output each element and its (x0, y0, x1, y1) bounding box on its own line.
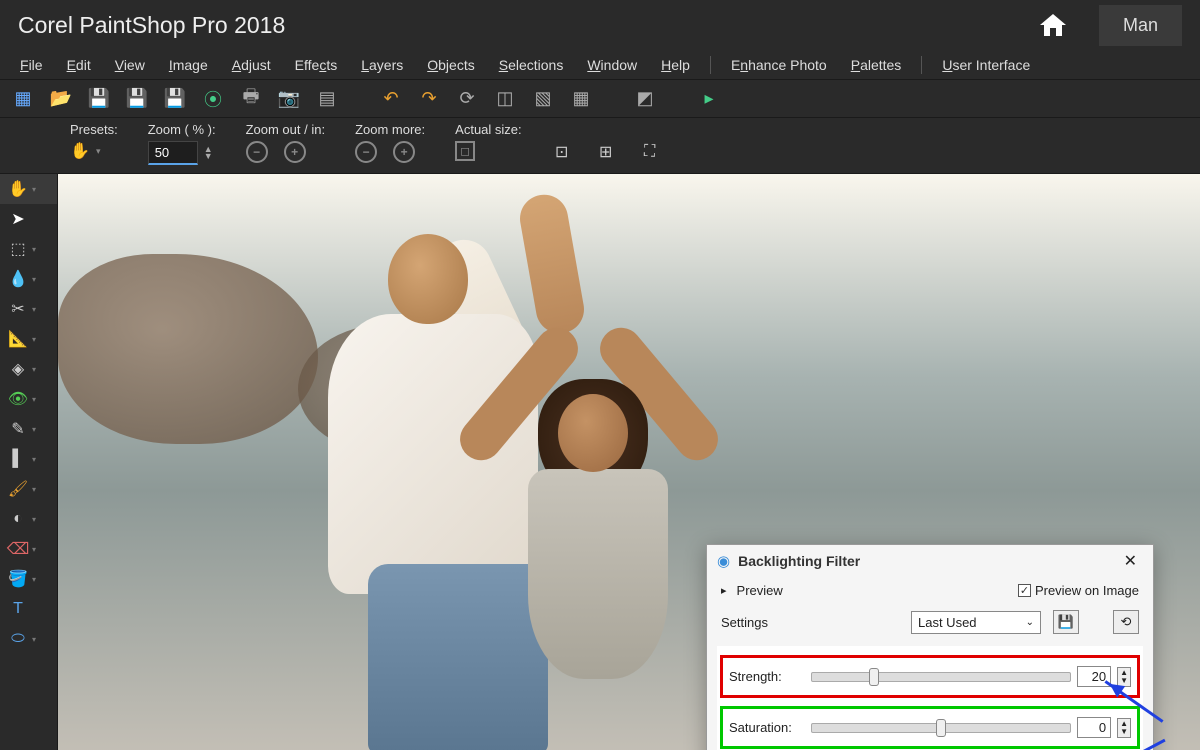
open-icon[interactable]: 📂 (48, 86, 74, 112)
menu-window[interactable]: Window (577, 53, 647, 77)
actual-size-button[interactable]: ◻ (455, 141, 475, 161)
save-copy-icon[interactable]: 💾 (162, 86, 188, 112)
redeye-tool-icon[interactable]: 👁 (8, 389, 28, 409)
saturation-row: Saturation: 0 ▲▼ (723, 709, 1137, 746)
strength-label: Strength: (729, 669, 805, 684)
pointer-tool-icon[interactable]: ➤ (8, 209, 28, 229)
menu-layers[interactable]: Layers (351, 53, 413, 77)
zoom-in-button[interactable]: + (284, 141, 306, 163)
zoom-input[interactable] (148, 141, 198, 165)
title-bar: Corel PaintShop Pro 2018 Man (0, 0, 1200, 50)
reset-button[interactable]: ⟲ (1113, 610, 1139, 634)
menu-selections[interactable]: Selections (489, 53, 574, 77)
clone-tool-icon[interactable]: ✎ (8, 419, 28, 439)
menu-view[interactable]: View (105, 53, 155, 77)
menu-adjust[interactable]: Adjust (222, 53, 281, 77)
strength-row: Strength: 20 ▲▼ (723, 658, 1137, 695)
twain-icon[interactable]: 📷 (276, 86, 302, 112)
settings-dropdown[interactable]: Last Used⌄ (911, 611, 1041, 634)
zoom-more-label: Zoom more: (355, 122, 425, 137)
zoom-spinner[interactable]: ▲▼ (204, 146, 213, 160)
eraser-tool-icon[interactable]: ⌫ (8, 539, 28, 559)
share-icon[interactable]: ⦿ (200, 86, 226, 112)
zoom-label: Zoom ( % ): (148, 122, 216, 137)
resample-icon[interactable]: ▧ (530, 86, 556, 112)
pan-tool-icon[interactable]: ✋ (8, 179, 28, 199)
save-as-icon[interactable]: 💾 (124, 86, 150, 112)
scan-icon[interactable]: ▤ (314, 86, 340, 112)
preview-toggle[interactable]: Preview (721, 583, 783, 598)
close-button[interactable]: ✕ (1118, 551, 1143, 571)
menu-edit[interactable]: Edit (57, 53, 101, 77)
saturation-slider[interactable] (811, 723, 1071, 733)
zoom-more-in-button[interactable]: + (393, 141, 415, 163)
preview-on-image-label: Preview on Image (1035, 583, 1139, 598)
repeat-icon[interactable]: ⟳ (454, 86, 480, 112)
settings-label: Settings (721, 615, 768, 630)
backlighting-filter-dialog: ◉ Backlighting Filter ✕ Preview ✓ Previe… (706, 544, 1154, 750)
launch-icon[interactable]: ▸ (696, 86, 722, 112)
menu-file[interactable]: File (10, 53, 53, 77)
selection-tool-icon[interactable]: ⬚ (8, 239, 28, 259)
menu-help[interactable]: Help (651, 53, 700, 77)
print-icon[interactable]: 🖶 (238, 86, 264, 112)
grid-icon[interactable]: ▦ (568, 86, 594, 112)
menu-enhance-photo[interactable]: Enhance Photo (721, 53, 837, 77)
redo-icon[interactable]: ↷ (416, 86, 442, 112)
workspace-tab[interactable]: Man (1099, 5, 1182, 46)
deform-tool-icon[interactable]: ◈ (8, 359, 28, 379)
app-title: Corel PaintShop Pro 2018 (18, 12, 285, 39)
preview-on-image-checkbox[interactable]: ✓ (1018, 584, 1031, 597)
saturation-spinner[interactable]: ▲▼ (1117, 718, 1131, 738)
image-canvas[interactable]: ◉ Backlighting Filter ✕ Preview ✓ Previe… (58, 174, 1200, 750)
text-tool-icon[interactable]: T (8, 599, 28, 619)
paint-tool-icon[interactable]: 🖌 (8, 479, 28, 499)
resize-icon[interactable]: ◫ (492, 86, 518, 112)
fit-all-icon[interactable]: ⊞ (596, 142, 616, 162)
shape-tool-icon[interactable]: ⬭ (8, 629, 28, 649)
fit-window-icon[interactable]: ⊡ (552, 142, 572, 162)
menu-bar: File Edit View Image Adjust Effects Laye… (0, 50, 1200, 80)
tool-palette: ✋▾ ➤ ⬚▾ 💧▾ ✂▾ 📐▾ ◈▾ 👁▾ ✎▾ ▌▾ 🖌▾ ◐▾ ⌫▾ 🪣▾… (0, 174, 58, 750)
main-toolbar: ▦ 📂 💾 💾 💾 ⦿ 🖶 📷 ▤ ↶ ↷ ⟳ ◫ ▧ ▦ ◩ ▸ (0, 80, 1200, 118)
home-button[interactable] (1037, 9, 1069, 41)
tool-options-bar: Presets: ✋▾ Zoom ( % ): ▲▼ Zoom out / in… (0, 118, 1200, 174)
crop-tool-icon[interactable]: ✂ (8, 299, 28, 319)
actual-size-label: Actual size: (455, 122, 521, 137)
zoom-more-out-button[interactable]: − (355, 141, 377, 163)
menu-user-interface[interactable]: User Interface (932, 53, 1040, 77)
dialog-icon: ◉ (717, 552, 730, 570)
strength-slider[interactable] (811, 672, 1071, 682)
menu-effects[interactable]: Effects (285, 53, 348, 77)
saturation-label: Saturation: (729, 720, 805, 735)
undo-icon[interactable]: ↶ (378, 86, 404, 112)
fit-screen-icon[interactable]: ⛶ (640, 142, 660, 162)
lighten-tool-icon[interactable]: ◐ (8, 509, 28, 529)
menu-palettes[interactable]: Palettes (841, 53, 912, 77)
menu-image[interactable]: Image (159, 53, 218, 77)
save-icon[interactable]: 💾 (86, 86, 112, 112)
fill-tool-icon[interactable]: 🪣 (8, 569, 28, 589)
straighten-tool-icon[interactable]: 📐 (8, 329, 28, 349)
dialog-title: Backlighting Filter (738, 553, 1110, 569)
image-info-icon[interactable]: ◩ (632, 86, 658, 112)
presets-label: Presets: (70, 122, 118, 137)
menu-objects[interactable]: Objects (417, 53, 484, 77)
save-preset-button[interactable]: 💾 (1053, 610, 1079, 634)
preset-pan-icon[interactable]: ✋ (70, 141, 90, 161)
zoom-out-in-label: Zoom out / in: (246, 122, 325, 137)
zoom-out-button[interactable]: − (246, 141, 268, 163)
dropper-tool-icon[interactable]: 💧 (8, 269, 28, 289)
saturation-value[interactable]: 0 (1077, 717, 1111, 738)
brush-tool-icon[interactable]: ▌ (8, 449, 28, 469)
new-icon[interactable]: ▦ (10, 86, 36, 112)
